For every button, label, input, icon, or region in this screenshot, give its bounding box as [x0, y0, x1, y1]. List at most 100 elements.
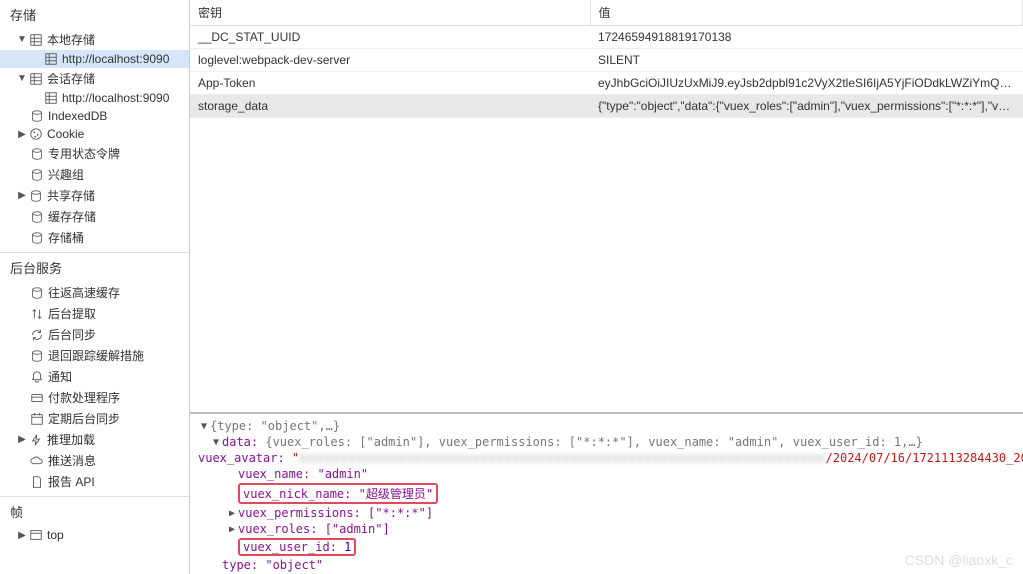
table-cell-key: loglevel:webpack-dev-server: [190, 49, 590, 72]
private-tokens-label: 专用状态令牌: [48, 145, 120, 162]
sidebar-section-background: 后台服务 往返高速缓存 后台提取 后台同步 退回跟踪缓解措施: [0, 253, 189, 497]
background-fetch-label: 后台提取: [48, 305, 96, 322]
interest-groups-label: 兴趣组: [48, 166, 84, 183]
chevron-right-icon: ▶: [16, 529, 28, 541]
object-viewer: ▼ {type: "object",…} ▼ data: {vuex_roles…: [190, 414, 1023, 574]
background-sync-node[interactable]: 后台同步: [0, 324, 189, 345]
indexeddb-node[interactable]: IndexedDB: [0, 107, 189, 125]
background-sync-label: 后台同步: [48, 326, 96, 343]
table-cell-key: storage_data: [190, 95, 590, 118]
chevron-down-icon: ▼: [16, 34, 28, 46]
storage-buckets-node[interactable]: 存储桶: [0, 227, 189, 248]
bfcache-label: 往返高速缓存: [48, 284, 120, 301]
database-icon: [29, 33, 43, 47]
cloud-icon: [30, 454, 44, 468]
periodic-sync-node[interactable]: 定期后台同步: [0, 408, 189, 429]
session-storage-node[interactable]: ▼ 会话存储: [0, 68, 189, 89]
database-cylinder-icon: [30, 349, 44, 363]
speculative-loads-node[interactable]: ▶ 推理加载: [0, 429, 189, 450]
local-storage-label: 本地存储: [47, 31, 95, 48]
chevron-right-icon: ▶: [16, 190, 28, 202]
cache-storage-label: 缓存存储: [48, 208, 96, 225]
private-tokens-node[interactable]: 专用状态令牌: [0, 143, 189, 164]
local-storage-node[interactable]: ▼ 本地存储: [0, 29, 189, 50]
push-messaging-label: 推送消息: [48, 452, 96, 469]
bounce-tracking-label: 退回跟踪缓解措施: [48, 347, 144, 364]
obj-type-line[interactable]: type: "object": [198, 557, 1015, 573]
chevron-right-icon: ▶: [16, 128, 28, 140]
table-cell-value: eyJhbGciOiJIUzUxMiJ9.eyJsb2dpbl91c2VyX2t…: [590, 72, 1023, 95]
notifications-node[interactable]: 通知: [0, 366, 189, 387]
frames-top-node[interactable]: ▶ top: [0, 526, 189, 544]
obj-vuex-user-id-line[interactable]: vuex_user_id: 1: [198, 537, 1015, 557]
frames-top-label: top: [47, 528, 64, 542]
notifications-label: 通知: [48, 368, 72, 385]
obj-data-line[interactable]: ▼ data: {vuex_roles: ["admin"], vuex_per…: [198, 434, 1015, 450]
sidebar: 存储 ▼ 本地存储 http://localhost:9090 ▼ 会话存储: [0, 0, 190, 574]
obj-root-line[interactable]: ▼ {type: "object",…}: [198, 418, 1015, 434]
sync-icon: [30, 328, 44, 342]
storage-buckets-label: 存储桶: [48, 229, 84, 246]
lightning-icon: [29, 433, 43, 447]
chevron-down-icon: ▼: [210, 437, 222, 448]
table-header-key[interactable]: 密钥: [190, 0, 590, 26]
database-icon: [29, 72, 43, 86]
chevron-right-icon: ▶: [226, 524, 238, 535]
storage-header: 存储: [0, 0, 189, 29]
database-icon: [44, 52, 58, 66]
database-cylinder-icon: [30, 210, 44, 224]
table-cell-key: __DC_STAT_UUID: [190, 26, 590, 49]
payment-handler-node[interactable]: 付款处理程序: [0, 387, 189, 408]
session-storage-host-label: http://localhost:9090: [62, 91, 169, 105]
database-cylinder-icon: [30, 109, 44, 123]
obj-vuex-permissions-line[interactable]: ▶ vuex_permissions: ["*:*:*"]: [198, 505, 1015, 521]
push-messaging-node[interactable]: 推送消息: [0, 450, 189, 471]
document-icon: [30, 475, 44, 489]
reporting-api-label: 报告 API: [48, 473, 95, 490]
background-header: 后台服务: [0, 253, 189, 282]
cache-storage-node[interactable]: 缓存存储: [0, 206, 189, 227]
payment-handler-label: 付款处理程序: [48, 389, 120, 406]
bounce-tracking-node[interactable]: 退回跟踪缓解措施: [0, 345, 189, 366]
table-row[interactable]: __DC_STAT_UUID17246594918819170138: [190, 26, 1023, 49]
database-cylinder-icon: [30, 168, 44, 182]
database-cylinder-icon: [29, 189, 43, 203]
cookie-node[interactable]: ▶ Cookie: [0, 125, 189, 143]
chevron-down-icon: ▼: [198, 421, 210, 432]
shared-storage-node[interactable]: ▶ 共享存储: [0, 185, 189, 206]
speculative-loads-label: 推理加载: [47, 431, 95, 448]
session-storage-host[interactable]: http://localhost:9090: [0, 89, 189, 107]
storage-table-container: 密钥 值 __DC_STAT_UUID17246594918819170138l…: [190, 0, 1023, 414]
obj-vuex-nick-name-line[interactable]: vuex_nick_name: "超级管理员": [198, 482, 1015, 505]
shared-storage-label: 共享存储: [47, 187, 95, 204]
obj-vuex-roles-line[interactable]: ▶ vuex_roles: ["admin"]: [198, 521, 1015, 537]
database-cylinder-icon: [30, 286, 44, 300]
table-row[interactable]: loglevel:webpack-dev-serverSILENT: [190, 49, 1023, 72]
periodic-sync-label: 定期后台同步: [48, 410, 120, 427]
bfcache-node[interactable]: 往返高速缓存: [0, 282, 189, 303]
chevron-right-icon: ▶: [16, 434, 28, 446]
obj-data-preview: {vuex_roles: ["admin"], vuex_permissions…: [265, 435, 922, 449]
credit-card-icon: [30, 391, 44, 405]
table-cell-value: {"type":"object","data":{"vuex_roles":["…: [590, 95, 1023, 118]
cookie-label: Cookie: [47, 127, 84, 141]
bell-icon: [30, 370, 44, 384]
storage-table: 密钥 值 __DC_STAT_UUID17246594918819170138l…: [190, 0, 1023, 118]
obj-vuex-avatar-line[interactable]: vuex_avatar: "xxxxxxxxxxxxxxxxxxxxxxxxxx…: [198, 450, 1015, 466]
table-row[interactable]: storage_data{"type":"object","data":{"vu…: [190, 95, 1023, 118]
table-row[interactable]: App-TokeneyJhbGciOiJIUzUxMiJ9.eyJsb2dpbl…: [190, 72, 1023, 95]
chevron-right-icon: ▶: [226, 508, 238, 519]
background-fetch-node[interactable]: 后台提取: [0, 303, 189, 324]
arrows-up-down-icon: [30, 307, 44, 321]
interest-groups-node[interactable]: 兴趣组: [0, 164, 189, 185]
table-cell-key: App-Token: [190, 72, 590, 95]
obj-root-preview: {type: "object",…}: [210, 419, 340, 433]
database-cylinder-icon: [30, 147, 44, 161]
main-panel: 密钥 值 __DC_STAT_UUID17246594918819170138l…: [190, 0, 1023, 574]
reporting-api-node[interactable]: 报告 API: [0, 471, 189, 492]
calendar-icon: [30, 412, 44, 426]
obj-vuex-name-line[interactable]: vuex_name: "admin": [198, 466, 1015, 482]
local-storage-host[interactable]: http://localhost:9090: [0, 50, 189, 68]
table-header-value[interactable]: 值: [590, 0, 1023, 26]
database-icon: [44, 91, 58, 105]
